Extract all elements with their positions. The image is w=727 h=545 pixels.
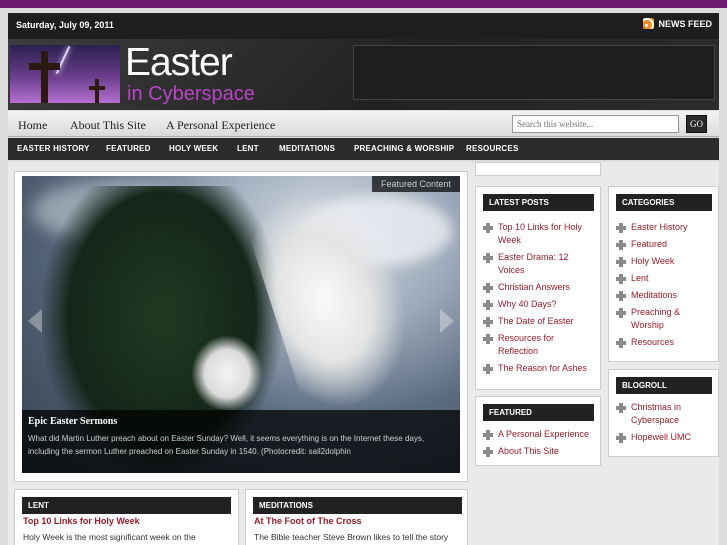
list-item[interactable]: Why 40 Days? <box>483 298 593 311</box>
meditations-heading: MEDITATIONS <box>253 497 462 514</box>
category-nav: EASTER HISTORY FEATURED HOLY WEEK LENT M… <box>8 138 719 160</box>
header-banner-area <box>353 45 715 100</box>
meditations-post-title[interactable]: At The Foot of The Cross <box>254 516 362 526</box>
sidebar-top-strip <box>475 162 601 176</box>
plus-bullet-icon <box>616 403 626 413</box>
featured-widget: FEATURED A Personal Experience About Thi… <box>475 396 601 466</box>
nav-meditations[interactable]: MEDITATIONS <box>279 144 335 153</box>
list-item[interactable]: Hopewell UMC <box>616 431 712 444</box>
plus-bullet-icon <box>483 334 493 344</box>
nav-preaching-worship[interactable]: PREACHING & WORSHIP <box>354 144 454 153</box>
logo-cross-image[interactable] <box>10 45 120 103</box>
categories-list: Easter History Featured Holy Week Lent M… <box>616 221 712 353</box>
cross-graphic <box>41 51 48 103</box>
nav-resources[interactable]: RESOURCES <box>466 144 518 153</box>
featured-title[interactable]: Epic Easter Sermons <box>28 416 454 427</box>
list-item[interactable]: Top 10 Links for Holy Week <box>483 221 593 247</box>
plus-bullet-icon <box>616 308 626 318</box>
blogroll-heading: BLOGROLL <box>616 377 712 394</box>
list-item[interactable]: Christian Answers <box>483 281 593 294</box>
featured-content-label: Featured Content <box>371 176 460 192</box>
featured-list: A Personal Experience About This Site <box>483 428 593 462</box>
news-feed-link[interactable]: NEWS FEED <box>643 18 712 29</box>
plus-bullet-icon <box>483 283 493 293</box>
small-cross-graphic <box>95 79 99 103</box>
plus-bullet-icon <box>616 257 626 267</box>
nav-lent[interactable]: LENT <box>237 144 259 153</box>
list-item[interactable]: Resources <box>616 336 712 349</box>
nav-personal-experience[interactable]: A Personal Experience <box>166 118 275 133</box>
date-bar: Saturday, July 09, 2011 NEWS FEED <box>8 13 719 39</box>
news-feed-label: NEWS FEED <box>658 18 712 29</box>
plus-bullet-icon <box>483 447 493 457</box>
search-go-button[interactable]: GO <box>686 115 707 133</box>
plus-bullet-icon <box>616 274 626 284</box>
plus-bullet-icon <box>616 291 626 301</box>
lent-widget: LENT Top 10 Links for Holy Week Holy Wee… <box>14 489 239 545</box>
list-item[interactable]: Easter History <box>616 221 712 234</box>
categories-heading: CATEGORIES <box>616 194 712 211</box>
list-item[interactable]: About This Site <box>483 445 593 458</box>
latest-posts-list: Top 10 Links for Holy Week Easter Drama:… <box>483 221 593 379</box>
blogroll-widget: BLOGROLL Christmas in Cyberspace Hopewel… <box>608 369 719 457</box>
lent-post-title[interactable]: Top 10 Links for Holy Week <box>23 516 140 526</box>
featured-excerpt: What did Martin Luther preach about on E… <box>28 434 425 456</box>
nav-home[interactable]: Home <box>18 118 47 133</box>
list-item[interactable]: Lent <box>616 272 712 285</box>
primary-nav: Home About This Site A Personal Experien… <box>8 111 719 137</box>
plus-bullet-icon <box>616 433 626 443</box>
list-item[interactable]: The Date of Easter <box>483 315 593 328</box>
nav-featured[interactable]: FEATURED <box>106 144 151 153</box>
plus-bullet-icon <box>616 240 626 250</box>
list-item[interactable]: Resources for Reflection <box>483 332 593 358</box>
lent-heading: LENT <box>22 497 231 514</box>
search-input[interactable] <box>512 115 679 133</box>
nav-holy-week[interactable]: HOLY WEEK <box>169 144 218 153</box>
slider-next-arrow-icon[interactable] <box>440 309 454 333</box>
latest-posts-widget: LATEST POSTS Top 10 Links for Holy Week … <box>475 186 601 390</box>
top-accent-line <box>0 0 727 8</box>
plus-bullet-icon <box>483 300 493 310</box>
list-item[interactable]: A Personal Experience <box>483 428 593 441</box>
plus-bullet-icon <box>483 364 493 374</box>
list-item[interactable]: Meditations <box>616 289 712 302</box>
nav-about[interactable]: About This Site <box>70 118 146 133</box>
meditations-post-excerpt: The Bible teacher Steve Brown likes to t… <box>254 532 449 542</box>
list-item[interactable]: Christmas in Cyberspace <box>616 401 712 427</box>
list-item[interactable]: Preaching & Worship <box>616 306 712 332</box>
plus-bullet-icon <box>483 430 493 440</box>
categories-widget: CATEGORIES Easter History Featured Holy … <box>608 186 719 362</box>
plus-bullet-icon <box>483 253 493 263</box>
latest-posts-heading: LATEST POSTS <box>483 194 594 211</box>
featured-heading: FEATURED <box>483 404 594 421</box>
rss-icon <box>643 18 655 29</box>
list-item[interactable]: The Reason for Ashes <box>483 362 593 375</box>
plus-bullet-icon <box>483 223 493 233</box>
current-date: Saturday, July 09, 2011 <box>16 20 114 30</box>
list-item[interactable]: Holy Week <box>616 255 712 268</box>
plus-bullet-icon <box>483 317 493 327</box>
perched-dove-graphic <box>192 336 262 411</box>
meditations-widget: MEDITATIONS At The Foot of The Cross The… <box>245 489 468 545</box>
lent-post-excerpt: Holy Week is the most significant week o… <box>23 532 196 542</box>
logo-subtitle[interactable]: in Cyberspace <box>127 83 255 105</box>
slider-prev-arrow-icon[interactable] <box>28 309 42 333</box>
list-item[interactable]: Easter Drama: 12 Voices <box>483 251 593 277</box>
featured-slider[interactable]: Featured Content Epic Easter Sermons Wha… <box>22 176 460 473</box>
plus-bullet-icon <box>616 223 626 233</box>
blogroll-list: Christmas in Cyberspace Hopewell UMC <box>616 401 712 448</box>
plus-bullet-icon <box>616 338 626 348</box>
logo-title[interactable]: Easter <box>125 43 233 83</box>
site-header: Easter in Cyberspace <box>8 39 719 110</box>
nav-easter-history[interactable]: EASTER HISTORY <box>17 144 90 153</box>
list-item[interactable]: Featured <box>616 238 712 251</box>
featured-caption: Epic Easter Sermons What did Martin Luth… <box>22 410 460 473</box>
